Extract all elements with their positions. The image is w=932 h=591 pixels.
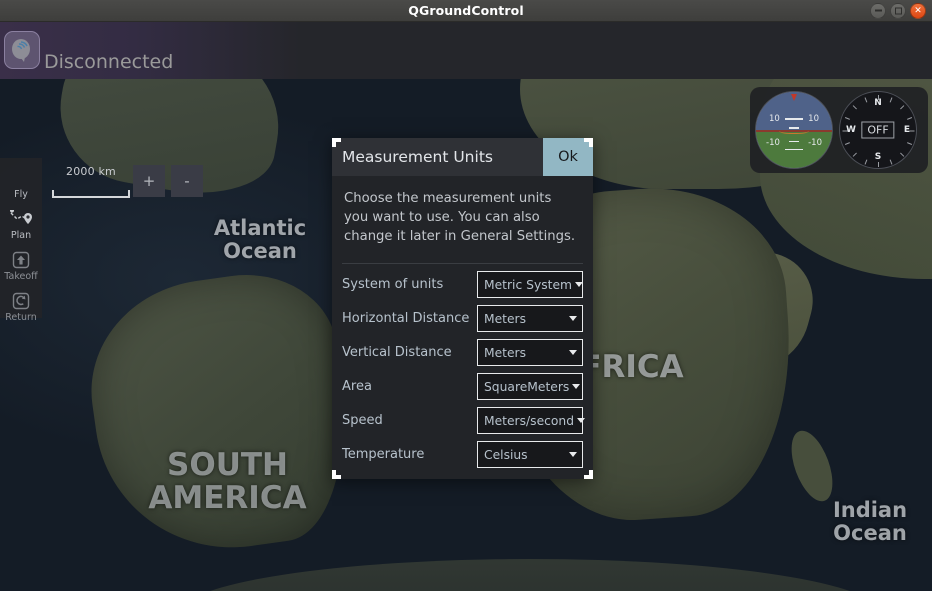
- select-temperature[interactable]: Celsius: [477, 441, 583, 469]
- form-row-area: Area SquareMeters: [342, 370, 583, 404]
- sidebar-item-takeoff-label: Takeoff: [4, 271, 38, 282]
- form-row-speed: Speed Meters/second: [342, 404, 586, 438]
- sidebar-item-return-label: Return: [5, 312, 37, 323]
- compass-heading-value: OFF: [861, 121, 895, 139]
- select-temperature-value: Celsius: [484, 447, 528, 462]
- select-system-of-units-value: Metric System: [484, 277, 572, 292]
- compass-west-label: W: [846, 125, 856, 135]
- dialog-title: Measurement Units: [342, 148, 493, 166]
- form-row-temperature: Temperature Celsius: [342, 438, 583, 472]
- close-icon: ✕: [914, 5, 922, 16]
- close-button[interactable]: ✕: [910, 3, 926, 19]
- units-form: System of units Metric System Horizontal…: [332, 264, 593, 472]
- select-horizontal-distance-value: Meters: [484, 311, 527, 326]
- zoom-in-button[interactable]: +: [133, 165, 165, 197]
- return-home-icon: [11, 290, 31, 311]
- maximize-button[interactable]: [890, 3, 906, 19]
- compass-indicator: N E S W OFF: [839, 91, 917, 169]
- attitude-pitch-up-left: 10: [769, 114, 780, 124]
- sidebar-item-takeoff[interactable]: Takeoff: [0, 242, 42, 282]
- label-horizontal-distance: Horizontal Distance: [342, 311, 470, 327]
- window-titlebar: QGroundControl ✕: [0, 0, 932, 22]
- window-controls: ✕: [870, 3, 926, 19]
- map-scale-bar: 2000 km: [52, 165, 130, 198]
- form-row-horizontal-distance: Horizontal Distance Meters: [342, 302, 583, 336]
- minimize-icon: [874, 9, 882, 12]
- chevron-down-icon: [577, 418, 586, 424]
- select-area[interactable]: SquareMeters: [477, 373, 583, 401]
- dialog-focus-corner-bottom-right: [584, 470, 593, 479]
- label-vertical-distance: Vertical Distance: [342, 345, 452, 361]
- chevron-down-icon: [572, 384, 581, 390]
- label-system-of-units: System of units: [342, 277, 444, 293]
- view-sidebar: Fly Plan Takeoff Return: [0, 158, 42, 323]
- window-title: QGroundControl: [408, 3, 524, 18]
- chevron-down-icon: [575, 282, 583, 288]
- chevron-down-icon: [569, 452, 577, 458]
- select-area-value: SquareMeters: [484, 379, 570, 394]
- chevron-down-icon: [569, 316, 577, 322]
- plan-route-icon: [8, 208, 34, 229]
- compass-north-label: N: [874, 98, 882, 108]
- zoom-out-button[interactable]: -: [171, 165, 203, 197]
- select-horizontal-distance[interactable]: Meters: [477, 305, 583, 333]
- attitude-pitch-bar: [789, 140, 799, 142]
- label-speed: Speed: [342, 413, 383, 429]
- compass-south-label: S: [874, 152, 882, 162]
- map-zoom-controls: + -: [133, 165, 203, 197]
- sidebar-item-plan-label: Plan: [10, 230, 32, 241]
- takeoff-arrow-icon: [11, 249, 31, 270]
- map-scale-label: 2000 km: [66, 165, 116, 178]
- qgroundcontrol-window: QGroundControl ✕ Disconnected Atlantic O…: [0, 0, 932, 591]
- sidebar-item-return[interactable]: Return: [0, 283, 42, 323]
- select-system-of-units[interactable]: Metric System: [477, 271, 583, 299]
- dialog-description: Choose the measurement units you want to…: [344, 191, 576, 244]
- app-toolbar: Disconnected: [0, 22, 932, 79]
- sidebar-item-fly-label: Fly: [14, 189, 28, 200]
- attitude-pitch-bar: [785, 148, 803, 150]
- select-vertical-distance-value: Meters: [484, 345, 527, 360]
- attitude-pitch-down-right: -10: [808, 138, 822, 148]
- instrument-panel[interactable]: 10 10 -10 -10 N E S W OFF: [750, 87, 928, 173]
- attitude-pitch-bar: [785, 118, 803, 120]
- attitude-aircraft-symbol-icon: [779, 126, 809, 134]
- attitude-indicator: 10 10 -10 -10: [755, 91, 833, 169]
- attitude-roll-marker-icon: [791, 94, 797, 101]
- attitude-pitch-down-left: -10: [766, 138, 780, 148]
- select-speed-value: Meters/second: [484, 413, 575, 428]
- compass-east-label: E: [903, 125, 910, 135]
- form-row-system-of-units: System of units Metric System: [342, 268, 583, 302]
- sidebar-item-fly[interactable]: Fly: [0, 160, 42, 200]
- dialog-focus-corner-top-left: [332, 138, 341, 147]
- label-temperature: Temperature: [342, 447, 425, 463]
- dialog-header: Measurement Units Ok: [332, 138, 593, 176]
- map-scale-ruler: [52, 190, 130, 198]
- attitude-pitch-up-right: 10: [808, 114, 819, 124]
- chevron-down-icon: [569, 350, 577, 356]
- select-speed[interactable]: Meters/second: [477, 407, 586, 435]
- select-vertical-distance[interactable]: Meters: [477, 339, 583, 367]
- maximize-icon: [894, 7, 902, 14]
- label-area: Area: [342, 379, 372, 395]
- form-row-vertical-distance: Vertical Distance Meters: [342, 336, 583, 370]
- measurement-units-dialog: Measurement Units Ok Choose the measurem…: [332, 138, 593, 479]
- minimize-button[interactable]: [870, 3, 886, 19]
- qgc-logo-icon[interactable]: [4, 31, 40, 69]
- dialog-focus-corner-bottom-left: [332, 470, 341, 479]
- sidebar-item-plan[interactable]: Plan: [0, 201, 42, 241]
- dialog-focus-corner-top-right: [584, 138, 593, 147]
- connection-status: Disconnected: [44, 51, 174, 73]
